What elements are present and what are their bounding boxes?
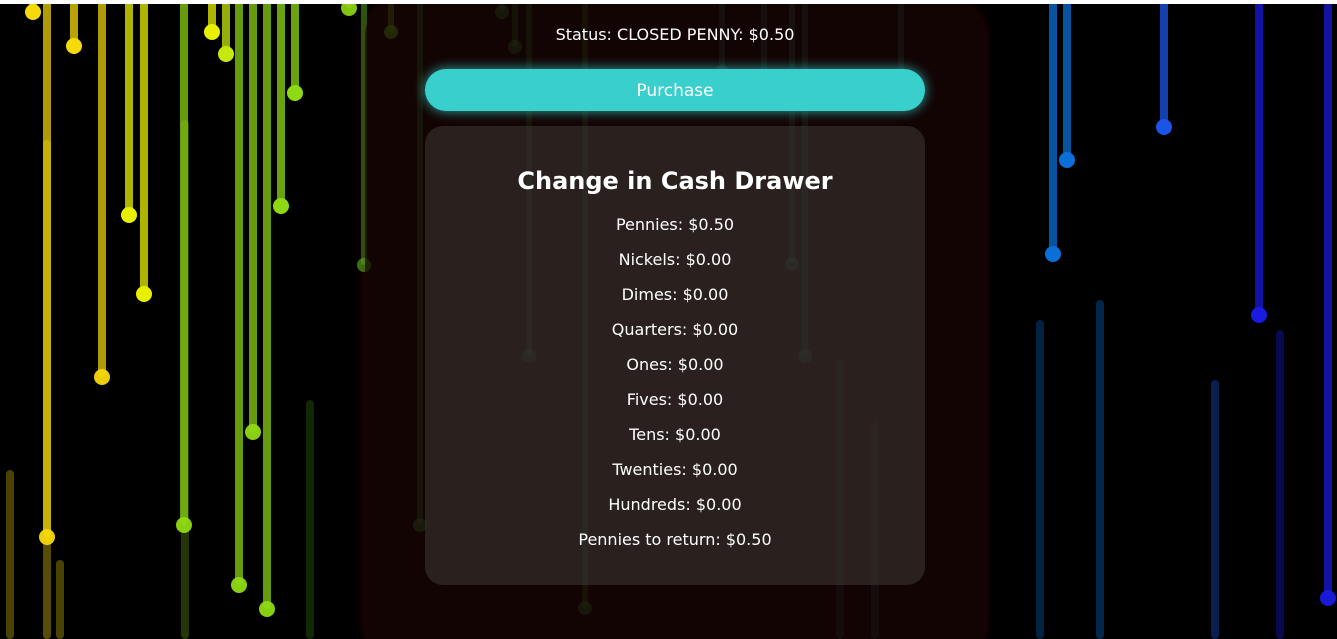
faint-light-trail <box>1096 300 1104 639</box>
light-trail <box>98 0 106 377</box>
drawer-title: Change in Cash Drawer <box>517 167 833 195</box>
status-text: Status: CLOSED PENNY: $0.50 <box>555 25 795 44</box>
light-drop <box>287 85 303 101</box>
light-trail <box>180 0 188 525</box>
light-drop <box>1045 246 1061 262</box>
light-trail <box>125 0 133 215</box>
faint-light-trail <box>1276 330 1284 639</box>
drawer-item-nickels: Nickels: $0.00 <box>618 250 732 269</box>
light-drop <box>121 207 137 223</box>
light-drop <box>66 38 82 54</box>
light-drop <box>94 369 110 385</box>
faint-light-trail <box>1211 380 1219 639</box>
top-edge-strip <box>0 0 1337 4</box>
light-trail <box>1255 0 1263 315</box>
light-drop <box>218 46 234 62</box>
drawer-item-fives: Fives: $0.00 <box>626 390 724 409</box>
light-drop <box>1156 119 1172 135</box>
light-trail <box>1324 0 1332 598</box>
light-trail <box>277 0 285 206</box>
faint-light-trail <box>1036 320 1044 639</box>
faint-light-trail <box>6 470 14 639</box>
light-trail <box>235 0 243 585</box>
light-drop <box>231 577 247 593</box>
light-trail <box>291 0 299 93</box>
change-drawer-panel: Change in Cash Drawer Pennies: $0.50 Nic… <box>425 126 925 585</box>
light-drop <box>204 24 220 40</box>
drawer-item-quarters: Quarters: $0.00 <box>611 320 739 339</box>
drawer-item-dimes: Dimes: $0.00 <box>621 285 729 304</box>
faint-light-trail <box>56 560 64 639</box>
light-drop <box>1059 152 1075 168</box>
light-drop <box>273 198 289 214</box>
drawer-item-pennies: Pennies: $0.50 <box>615 215 735 234</box>
light-drop <box>259 601 275 617</box>
light-trail <box>140 0 148 294</box>
light-trail <box>263 0 271 609</box>
drawer-item-pennies-to-return: Pennies to return: $0.50 <box>578 530 772 549</box>
light-trail <box>222 0 230 54</box>
drawer-item-twenties: Twenties: $0.00 <box>612 460 738 479</box>
drawer-item-tens: Tens: $0.00 <box>629 425 721 444</box>
light-drop <box>136 286 152 302</box>
drawer-list: Pennies: $0.50 Nickels: $0.00 Dimes: $0.… <box>425 210 925 560</box>
light-trail <box>43 0 51 537</box>
drawer-item-ones: Ones: $0.00 <box>626 355 724 374</box>
light-drop <box>1251 307 1267 323</box>
light-trail <box>1063 0 1071 160</box>
light-drop <box>245 424 261 440</box>
light-drop <box>176 517 192 533</box>
drawer-item-hundreds: Hundreds: $0.00 <box>608 495 742 514</box>
light-trail <box>1049 0 1057 254</box>
light-trail <box>249 0 257 432</box>
light-drop <box>25 4 41 20</box>
light-trail <box>1160 0 1168 127</box>
app-stage: Status: CLOSED PENNY: $0.50 Purchase Cha… <box>0 0 1337 639</box>
light-drop <box>39 529 55 545</box>
purchase-button[interactable]: Purchase <box>425 69 925 111</box>
light-drop <box>1320 590 1336 606</box>
faint-light-trail <box>306 400 314 639</box>
